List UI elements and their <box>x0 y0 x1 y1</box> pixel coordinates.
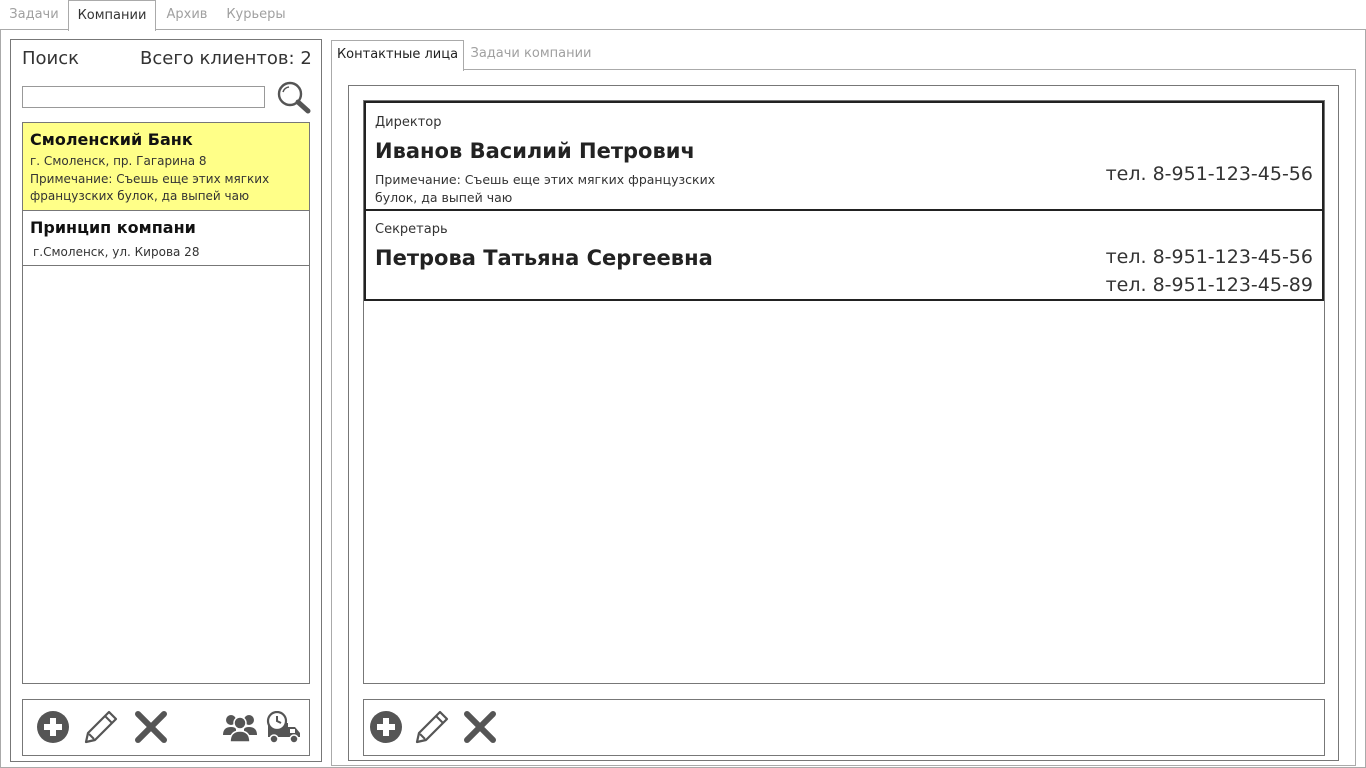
courier-button[interactable] <box>266 710 302 749</box>
client-address: г.Смоленск, ул. Кирова 28 <box>33 245 200 259</box>
search-label: Поиск <box>22 48 80 69</box>
contact-phone: тел. 8-951-123-45-56 <box>1105 163 1313 185</box>
companies-toolbar <box>22 699 310 756</box>
contacts-toolbar <box>363 699 1325 756</box>
delete-contact-button[interactable] <box>463 710 497 748</box>
delivery-truck-clock-icon <box>266 710 300 744</box>
edit-contact-button[interactable] <box>414 709 450 749</box>
client-note: французских булок, да выпей чаю <box>30 189 250 203</box>
edit-company-button[interactable] <box>83 709 119 749</box>
contact-card-secretary[interactable]: Секретарь Петрова Татьяна Сергеевна тел.… <box>364 209 1324 301</box>
contact-card-director[interactable]: Директор Иванов Василий Петрович Примеча… <box>364 101 1324 211</box>
plus-circle-icon <box>370 711 402 743</box>
tab-archive[interactable]: Архив <box>156 0 218 30</box>
contacts-button[interactable] <box>222 711 258 747</box>
tab-tasks[interactable]: Задачи <box>0 0 68 30</box>
contact-role: Директор <box>375 115 442 130</box>
pencil-icon <box>84 710 118 744</box>
client-name: Смоленский Банк <box>30 130 193 149</box>
client-item-smolensk-bank[interactable]: Смоленский Банк г. Смоленск, пр. Гагарин… <box>23 123 309 211</box>
cross-icon <box>464 711 496 743</box>
tab-company-tasks[interactable]: Задачи компании <box>464 40 598 70</box>
total-clients-label: Всего клиентов: 2 <box>140 48 312 69</box>
pencil-icon <box>415 710 449 744</box>
tab-companies[interactable]: Компании <box>68 0 156 31</box>
client-address: г. Смоленск, пр. Гагарина 8 <box>30 154 207 168</box>
contact-name: Петрова Татьяна Сергеевна <box>375 246 713 270</box>
tab-couriers[interactable]: Курьеры <box>218 0 294 30</box>
client-item-principle-company[interactable]: Принцип компани г.Смоленск, ул. Кирова 2… <box>23 211 309 266</box>
cross-icon <box>135 711 167 743</box>
plus-circle-icon <box>37 711 69 743</box>
contact-role: Секретарь <box>375 222 448 237</box>
add-company-button[interactable] <box>36 710 70 748</box>
client-list[interactable]: Смоленский Банк г. Смоленск, пр. Гагарин… <box>22 122 310 684</box>
people-icon <box>223 715 257 743</box>
contact-phone: тел. 8-951-123-45-89 <box>1105 274 1313 296</box>
contact-list[interactable]: Директор Иванов Василий Петрович Примеча… <box>363 100 1325 684</box>
delete-company-button[interactable] <box>134 710 168 748</box>
search-button[interactable] <box>275 80 311 114</box>
contact-name: Иванов Василий Петрович <box>375 139 695 163</box>
contact-phone: тел. 8-951-123-45-56 <box>1105 246 1313 268</box>
magnifier-icon <box>277 81 311 114</box>
tab-contact-persons[interactable]: Контактные лица <box>331 40 464 71</box>
client-note: Примечание: Съешь еще этих мягких <box>30 172 270 186</box>
contact-note: Примечание: Съешь еще этих мягких францу… <box>375 172 716 205</box>
search-input[interactable] <box>22 86 265 108</box>
client-name: Принцип компани <box>30 218 196 237</box>
add-contact-button[interactable] <box>369 710 403 748</box>
